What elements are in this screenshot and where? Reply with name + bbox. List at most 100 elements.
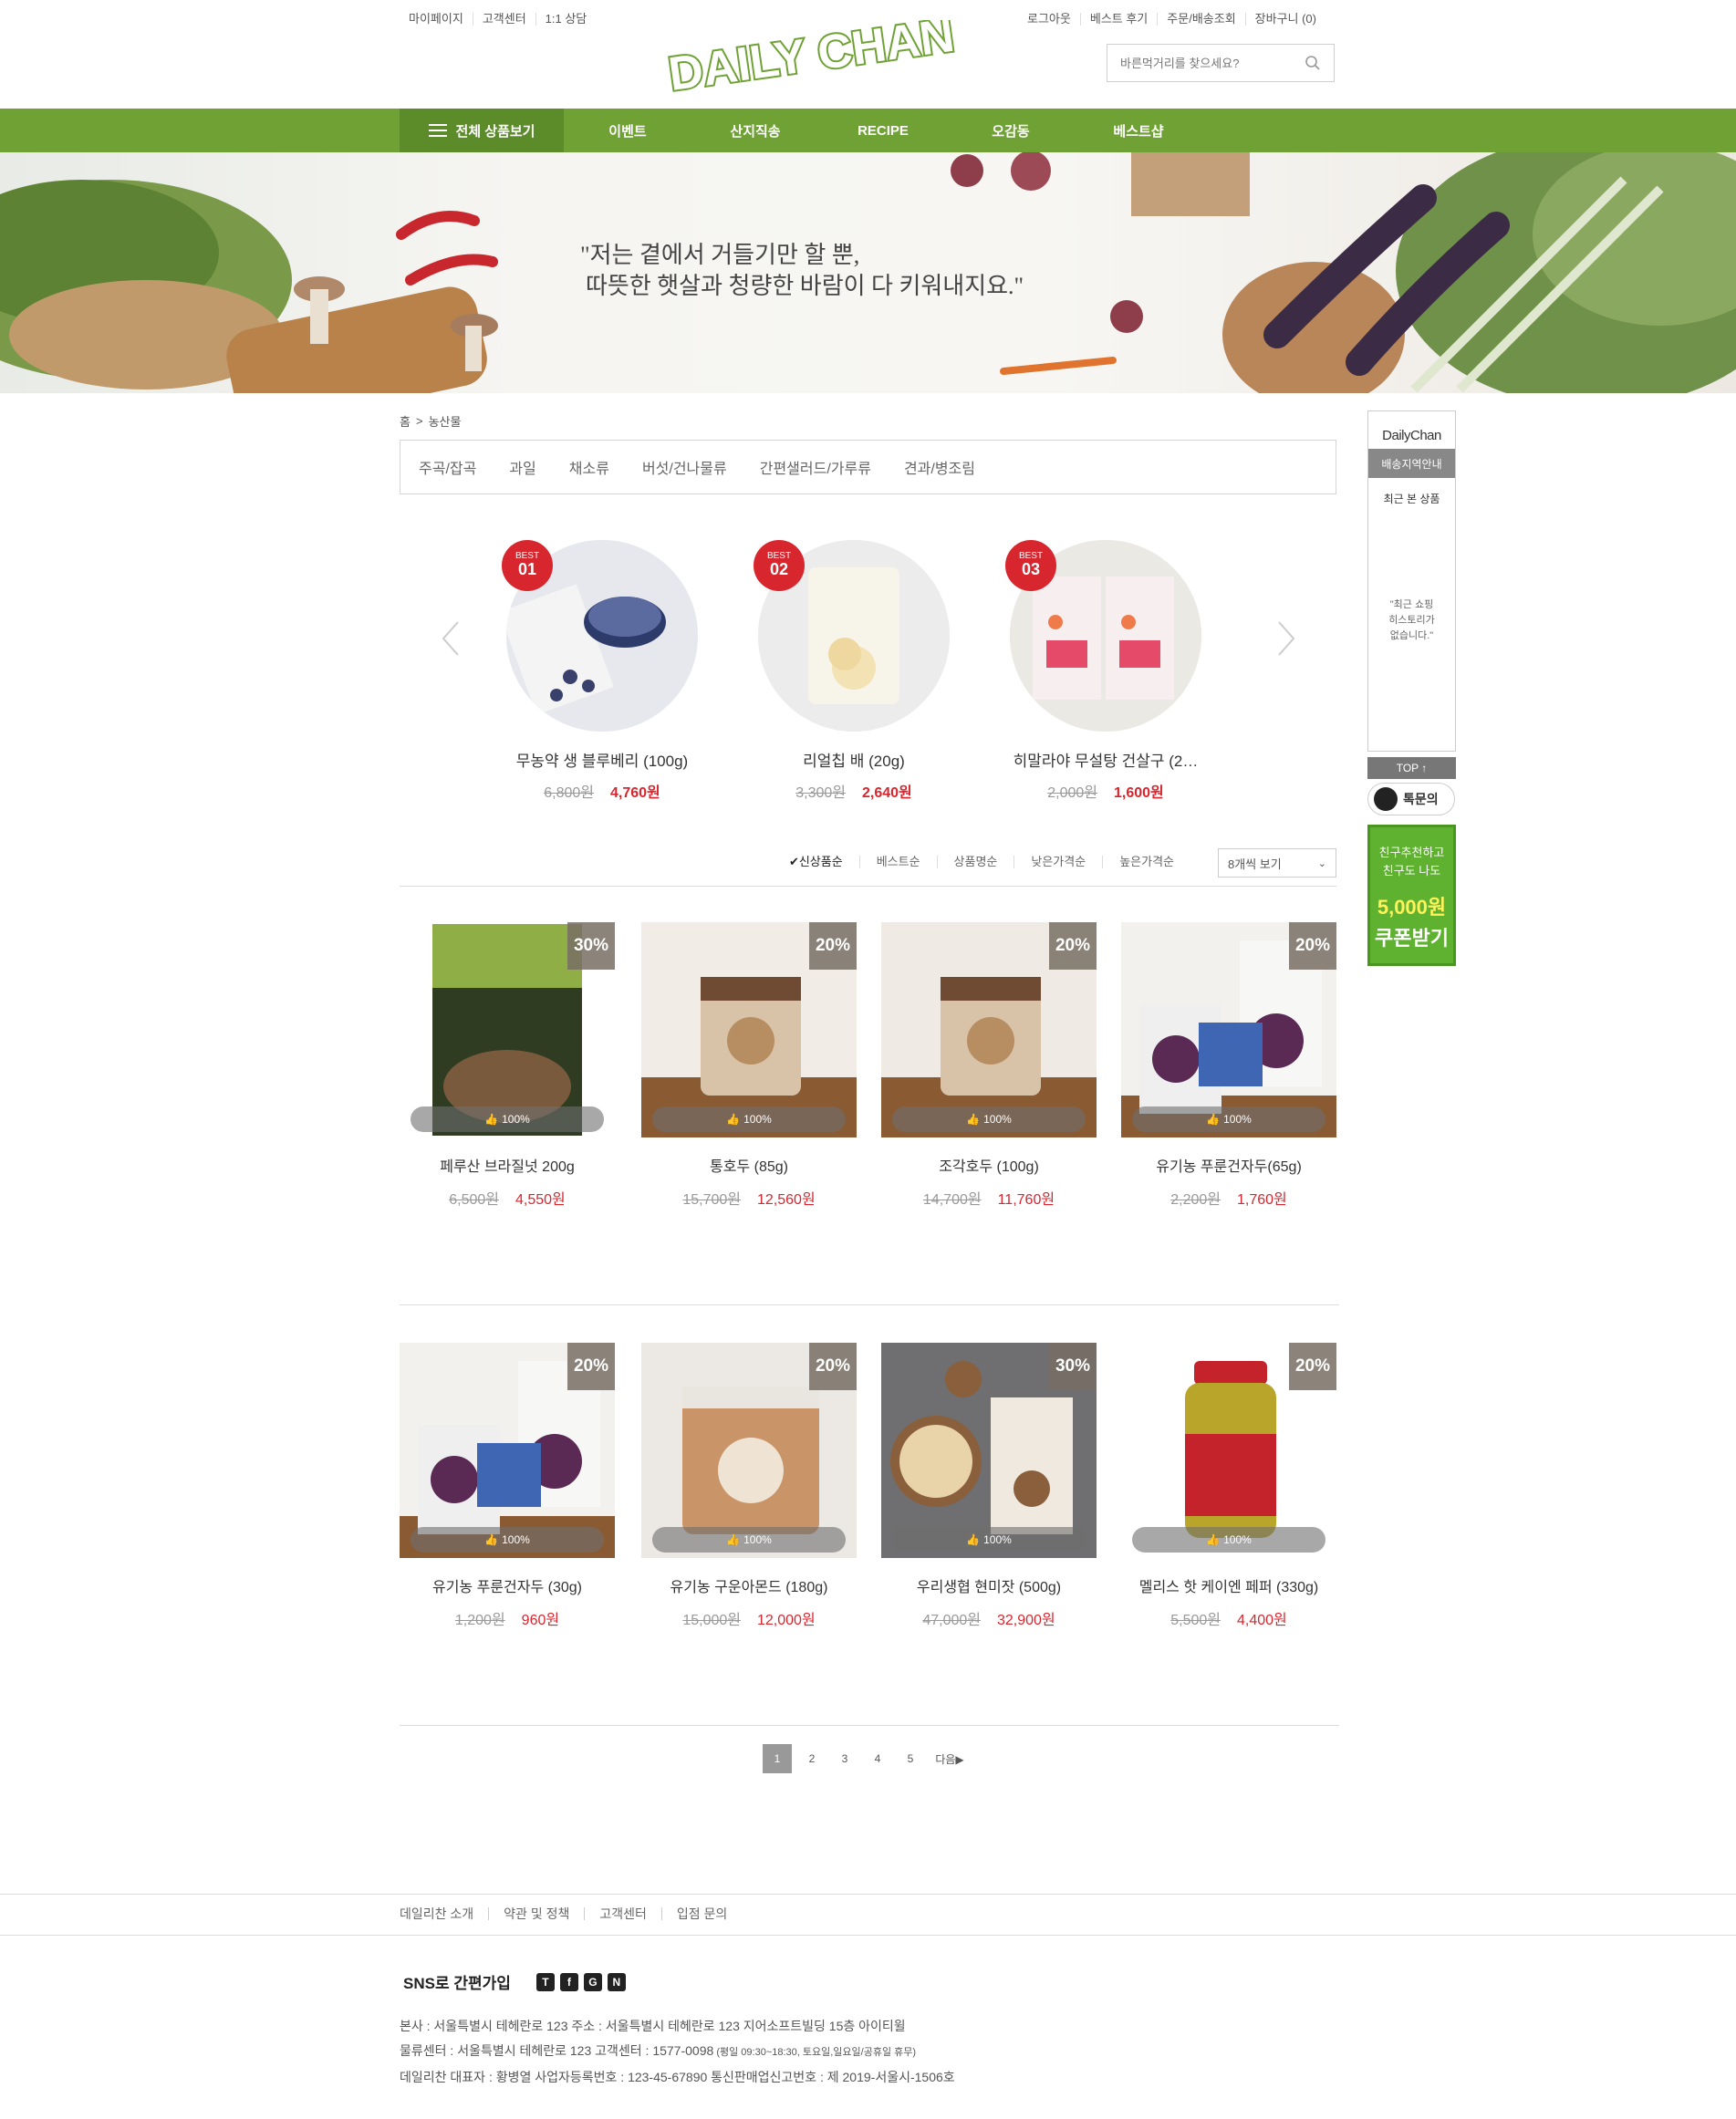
like-bar[interactable]: 👍 100% (652, 1106, 846, 1132)
like-bar[interactable]: 👍 100% (411, 1527, 604, 1553)
one-to-one-link[interactable]: 1:1 상담 (535, 13, 597, 26)
talk-inquiry-button[interactable]: 톡문의 (1367, 783, 1455, 815)
like-bar[interactable]: 👍 100% (1132, 1527, 1325, 1553)
logo[interactable]: DAILY CHAN (662, 20, 1003, 99)
sale-price: 960원 (521, 1613, 560, 1628)
pagination: 1 2 3 4 5 다음▶ (763, 1744, 972, 1773)
facebook-icon[interactable]: f (559, 1972, 578, 1991)
product-image: 20% 👍 100% (1121, 1343, 1336, 1558)
footer-about-link[interactable]: 데일리찬 소개 (400, 1907, 488, 1920)
category-vegetable[interactable]: 채소류 (569, 456, 609, 478)
next-page-link[interactable]: 다음▶ (927, 1751, 972, 1767)
sort-high-price[interactable]: 높은가격순 (1102, 856, 1190, 868)
original-price: 2,000원 (1047, 785, 1097, 801)
product-card[interactable]: 20% 👍 100% 유기농 푸룬건자두 (30g) 1,200원 960원 (400, 1343, 615, 1629)
page-1[interactable]: 1 (763, 1744, 792, 1773)
sale-price: 4,550원 (515, 1192, 566, 1208)
original-price: 47,000원 (922, 1613, 981, 1628)
category-nuts[interactable]: 견과/병조림 (904, 456, 975, 478)
breadcrumb-home[interactable]: 홈 (400, 412, 411, 430)
product-card[interactable]: 20% 👍 100% 유기농 푸룬건자두(65g) 2,200원 1,760원 (1121, 922, 1336, 1209)
all-products-label: 전체 상품보기 (455, 123, 535, 140)
best-review-link[interactable]: 베스트 후기 (1079, 13, 1157, 26)
breadcrumb: 홈 > 농산물 (400, 412, 461, 430)
product-image: 20% 👍 100% (881, 922, 1097, 1137)
footer-terms-link[interactable]: 약관 및 정책 (488, 1907, 584, 1920)
product-card[interactable]: 30% 👍 100% 페루산 브라질넛 200g 6,500원 4,550원 (400, 922, 615, 1209)
search-icon[interactable] (1305, 55, 1321, 71)
logout-link[interactable]: 로그아웃 (1018, 13, 1080, 26)
nav-item-direct[interactable]: 산지직송 (691, 109, 819, 152)
slider-prev-icon[interactable] (442, 620, 460, 657)
best-item[interactable]: BEST 01 무농약 생 블루베리 (100g) 6,800원 4,760원 (493, 540, 712, 802)
coupon-amount: 5,000원 (1377, 896, 1447, 919)
category-fruit[interactable]: 과일 (509, 456, 535, 478)
product-card[interactable]: 20% 👍 100% 멜리스 핫 케이엔 페퍼 (330g) 5,500원 4,40… (1121, 1343, 1336, 1629)
google-icon[interactable]: G (583, 1972, 602, 1991)
sort-newest[interactable]: ✔신상품순 (773, 856, 859, 868)
footer-support-link[interactable]: 고객센터 (584, 1907, 661, 1920)
order-tracking-link[interactable]: 주문/배송조회 (1157, 13, 1244, 26)
sort-low-price[interactable]: 낮은가격순 (1014, 856, 1102, 868)
like-bar[interactable]: 👍 100% (411, 1106, 604, 1132)
footer-links: 데일리찬 소개 약관 및 정책 고객센터 입점 문의 (0, 1894, 1736, 1936)
like-bar[interactable]: 👍 100% (1132, 1106, 1325, 1132)
original-price: 14,700원 (922, 1192, 982, 1208)
nav-item-event[interactable]: 이벤트 (564, 109, 691, 152)
category-salad[interactable]: 간편샐러드/가루류 (760, 456, 871, 478)
like-bar[interactable]: 👍 100% (652, 1527, 846, 1553)
product-card[interactable]: 20% 👍 100% 통호두 (85g) 15,700원 12,560원 (641, 922, 857, 1209)
best-item[interactable]: BEST 02 리얼칩 배 (20g) 3,300원 2,640원 (744, 540, 963, 802)
product-name[interactable]: 페루산 브라질넛 200g (400, 1154, 615, 1176)
delivery-area-button[interactable]: 배송지역안내 (1368, 449, 1455, 478)
thumbs-up-icon: 👍 (484, 1533, 499, 1546)
product-name[interactable]: 유기농 푸룬건자두 (30g) (400, 1574, 615, 1596)
product-name[interactable]: 조각호두 (100g) (881, 1154, 1097, 1176)
sns-signup: SNS로 간편가입 T f G N (403, 1970, 626, 1993)
sort-best[interactable]: 베스트순 (858, 856, 937, 868)
all-products-button[interactable]: 전체 상품보기 (400, 109, 564, 152)
recent-products-box: DailyChan 배송지역안내 최근 본 상품 "최근 쇼핑 히스토리가 없습… (1367, 410, 1456, 752)
product-card[interactable]: 30% 👍 100% 우리생협 현미잣 (500g) 47,000원 32,900원 (881, 1343, 1097, 1629)
category-mushroom[interactable]: 버섯/건나물류 (642, 456, 727, 478)
view-count-select[interactable]: 8개씩 보기 ⌄ (1218, 848, 1336, 878)
like-bar[interactable]: 👍 100% (892, 1106, 1086, 1132)
product-name[interactable]: 리얼칩 배 (20g) (744, 748, 963, 771)
page-5[interactable]: 5 (894, 1752, 927, 1765)
product-name[interactable]: 통호두 (85g) (641, 1154, 857, 1176)
nav-item-bestshop[interactable]: 베스트샵 (1075, 109, 1202, 152)
recent-empty-message: "최근 쇼핑 히스토리가 없습니다." (1388, 599, 1435, 641)
original-price: 15,000원 (682, 1613, 741, 1628)
customer-center-link[interactable]: 고객센터 (472, 13, 535, 26)
cart-link[interactable]: 장바구니 (0) (1244, 13, 1325, 26)
talk-icon[interactable]: T (535, 1972, 555, 1991)
right-sidebar: DailyChan 배송지역안내 최근 본 상품 "최근 쇼핑 히스토리가 없습… (1367, 410, 1456, 966)
naver-icon[interactable]: N (607, 1972, 626, 1991)
page-3[interactable]: 3 (828, 1752, 861, 1765)
like-bar[interactable]: 👍 100% (892, 1527, 1086, 1553)
product-card[interactable]: 20% 👍 100% 조각호두 (100g) 14,700원 11,760원 (881, 922, 1097, 1209)
address-line-2: 물류센터 : 서울특별시 테헤란로 123 고객센터 : 1577-0098 (… (400, 2043, 917, 2058)
slider-next-icon[interactable] (1277, 620, 1295, 657)
product-card[interactable]: 20% 👍 100% 유기농 구운아몬드 (180g) 15,000원 12,000… (641, 1343, 857, 1629)
product-name[interactable]: 히말라야 무설탕 건살구 (2… (996, 748, 1215, 771)
page-2[interactable]: 2 (795, 1752, 828, 1765)
nav-item-ogamdong[interactable]: 오감동 (947, 109, 1075, 152)
category-grain[interactable]: 주곡/잡곡 (419, 456, 476, 478)
top-button[interactable]: TOP ↑ (1367, 757, 1456, 779)
best-item[interactable]: BEST 03 히말라야 무설탕 건살구 (2… 2,000원 1,600원 (996, 540, 1215, 802)
product-name[interactable]: 유기농 구운아몬드 (180g) (641, 1574, 857, 1596)
product-name[interactable]: 멜리스 핫 케이엔 페퍼 (330g) (1121, 1574, 1336, 1596)
footer-partner-link[interactable]: 입점 문의 (660, 1907, 742, 1920)
sort-name[interactable]: 상품명순 (936, 856, 1014, 868)
product-name[interactable]: 무농약 생 블루베리 (100g) (493, 748, 712, 771)
page-4[interactable]: 4 (861, 1752, 894, 1765)
product-name[interactable]: 우리생협 현미잣 (500g) (881, 1574, 1097, 1596)
product-name[interactable]: 유기농 푸룬건자두(65g) (1121, 1154, 1336, 1176)
mypage-link[interactable]: 마이페이지 (409, 13, 473, 26)
original-price: 3,300원 (795, 785, 846, 801)
search-input[interactable] (1120, 56, 1303, 70)
search-box (1107, 44, 1335, 82)
nav-item-recipe[interactable]: RECIPE (819, 109, 947, 152)
referral-coupon-banner[interactable]: 친구추천하고 친구도 나도 5,000원 쿠폰받기 (1367, 825, 1456, 966)
